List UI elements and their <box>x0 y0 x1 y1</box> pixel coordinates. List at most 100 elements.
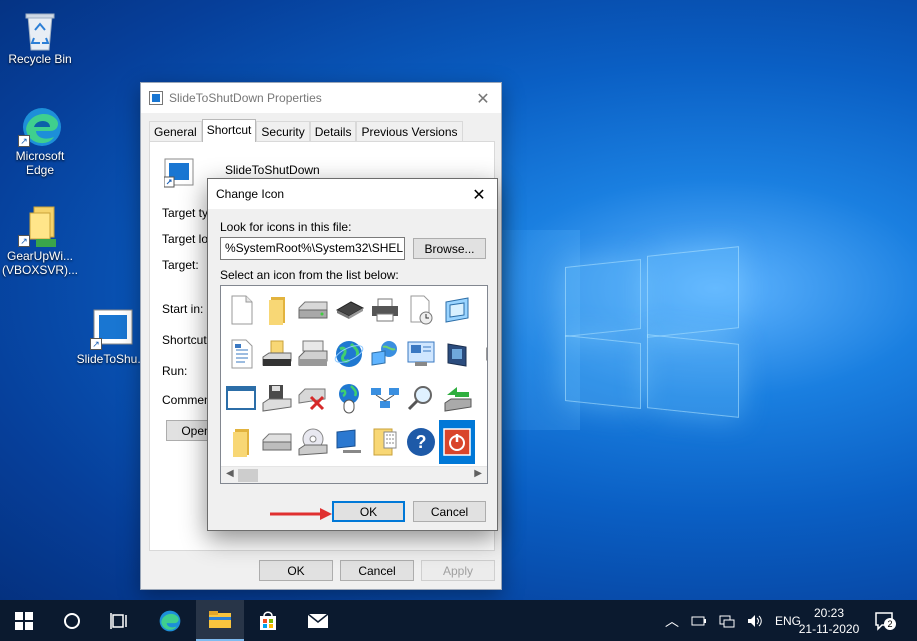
shortcut-arrow-icon: ↗ <box>18 235 30 247</box>
windows-start-icon <box>15 611 33 630</box>
network-drive-icon[interactable] <box>259 332 295 376</box>
partial-icon[interactable] <box>475 288 487 332</box>
scroll-right-icon[interactable]: ▶ <box>474 468 482 479</box>
cd-drive-icon[interactable] <box>295 420 331 464</box>
disk-tray-icon[interactable] <box>295 332 331 376</box>
network-share-icon[interactable] <box>439 376 475 420</box>
blank-document-icon[interactable] <box>223 288 259 332</box>
mail-icon <box>307 612 329 628</box>
dialog-title: Change Icon <box>216 187 285 201</box>
volume-icon[interactable] <box>747 614 763 628</box>
chevron-up-icon[interactable]: ︿ <box>665 611 679 631</box>
printer-icon[interactable] <box>367 288 403 332</box>
folder-icon[interactable] <box>259 288 295 332</box>
cortana-circle-icon <box>64 612 80 629</box>
desktop-icon-gearupwindows[interactable]: ↗ GearUpWi... (VBOXSVR)... <box>0 205 80 277</box>
scrollbar-thumb[interactable] <box>238 469 258 482</box>
task-view-icon <box>110 612 127 629</box>
globe-icon[interactable] <box>331 332 367 376</box>
task-view-button[interactable] <box>96 600 144 641</box>
edge-icon <box>159 610 181 631</box>
drive-icon[interactable] <box>259 420 295 464</box>
scroll-left-icon[interactable]: ◀ <box>226 468 234 479</box>
properties-tabs: General Shortcut Security Details Previo… <box>149 119 463 142</box>
svg-text:?: ? <box>416 432 427 452</box>
taskbar-file-explorer-button[interactable] <box>196 600 244 641</box>
chip-icon[interactable] <box>331 288 367 332</box>
shortcut-name: SlideToShutDown <box>225 163 320 177</box>
change-icon-titlebar[interactable]: Change Icon ✕ <box>208 179 497 209</box>
horizontal-scrollbar[interactable]: ◀ ▶ <box>221 466 487 483</box>
folder-icon[interactable] <box>223 420 259 464</box>
computer-icon[interactable] <box>331 420 367 464</box>
ok-button[interactable]: OK <box>332 501 405 522</box>
taskbar-edge-button[interactable] <box>146 600 194 641</box>
properties-titlebar[interactable]: SlideToShutDown Properties ✕ <box>141 83 501 113</box>
apply-button[interactable]: Apply <box>421 560 495 581</box>
notification-center-button[interactable]: 2 <box>874 600 896 641</box>
text-document-icon[interactable] <box>223 332 259 376</box>
overlay-badge-icon[interactable] <box>475 376 487 420</box>
desktop-icon-label: GearUpWi... (VBOXSVR)... <box>1 249 78 277</box>
drive-removed-icon[interactable] <box>295 376 331 420</box>
window-app-icon[interactable] <box>439 288 475 332</box>
red-arrow-annotation-icon <box>270 508 332 520</box>
tab-shortcut[interactable]: Shortcut <box>201 119 257 142</box>
close-icon[interactable]: ✕ <box>471 185 487 205</box>
globe-mouse-icon[interactable] <box>331 376 367 420</box>
partial-icon[interactable] <box>475 420 487 464</box>
application-window-icon[interactable] <box>223 376 259 420</box>
desktop-icon-label: Microsoft Edge <box>15 149 65 177</box>
window-app-icon <box>149 91 163 105</box>
shortcut-app-icon <box>164 158 194 188</box>
clock-date: 21-11-2020 <box>798 621 860 636</box>
drive-icon[interactable] <box>295 288 331 332</box>
change-icon-dialog: Change Icon ✕ Look for icons in this fil… <box>207 178 498 531</box>
help-icon[interactable]: ? <box>403 420 439 464</box>
shortcut-arrow-icon: ↗ <box>18 135 30 147</box>
document-clock-icon[interactable] <box>403 288 439 332</box>
windows-wallpaper-logo <box>565 245 740 418</box>
file-explorer-icon <box>209 610 231 628</box>
taskbar-store-button[interactable] <box>244 600 292 641</box>
target-label: Target: <box>162 258 199 272</box>
desktop-icon-edge[interactable]: ↗ Microsoft Edge <box>0 105 80 177</box>
cancel-button[interactable]: Cancel <box>413 501 486 522</box>
browse-button[interactable]: Browse... <box>413 238 486 259</box>
tab-details[interactable]: Details <box>309 121 357 142</box>
look-for-icons-label: Look for icons in this file: <box>220 220 352 234</box>
desktop-icon-label: Recycle Bin <box>8 52 72 66</box>
notification-count-badge: 2 <box>884 618 896 630</box>
power-icon[interactable] <box>439 420 475 464</box>
cortana-button[interactable] <box>48 600 96 641</box>
save-disk-icon[interactable] <box>259 376 295 420</box>
network-links-icon[interactable] <box>367 376 403 420</box>
tab-security[interactable]: Security <box>256 121 310 142</box>
start-in-label: Start in: <box>162 302 204 316</box>
icon-list[interactable]: ? ◀ ▶ <box>220 285 488 484</box>
desktop-icon-recycle-bin[interactable]: Recycle Bin <box>0 8 80 66</box>
ok-button[interactable]: OK <box>259 560 333 581</box>
start-button[interactable] <box>0 600 48 641</box>
shortcut-overlay-icon[interactable] <box>475 332 487 376</box>
cancel-button[interactable]: Cancel <box>340 560 414 581</box>
grid-document-icon[interactable] <box>367 420 403 464</box>
icon-file-path-input[interactable]: %SystemRoot%\System32\SHELL32.dll <box>220 237 405 260</box>
network-computer-icon[interactable] <box>367 332 403 376</box>
tab-previous-versions[interactable]: Previous Versions <box>356 121 463 142</box>
control-panel-icon[interactable] <box>403 332 439 376</box>
desktop-icon-label: SlideToShu... <box>76 352 148 366</box>
battery-icon[interactable] <box>691 614 707 628</box>
close-icon[interactable]: ✕ <box>475 89 491 109</box>
tab-general[interactable]: General <box>149 121 202 142</box>
clock[interactable]: 20:23 21-11-2020 <box>795 600 863 641</box>
search-magnifier-icon[interactable] <box>403 376 439 420</box>
clock-time: 20:23 <box>813 605 845 620</box>
edge-icon: ↗ <box>18 105 61 147</box>
store-icon <box>260 611 276 630</box>
taskbar-mail-button[interactable] <box>294 600 342 641</box>
system-tray: ︿ ENG <box>665 600 801 641</box>
network-icon[interactable] <box>719 614 735 628</box>
run-label: Run: <box>162 364 188 378</box>
media-icon[interactable] <box>439 332 475 376</box>
